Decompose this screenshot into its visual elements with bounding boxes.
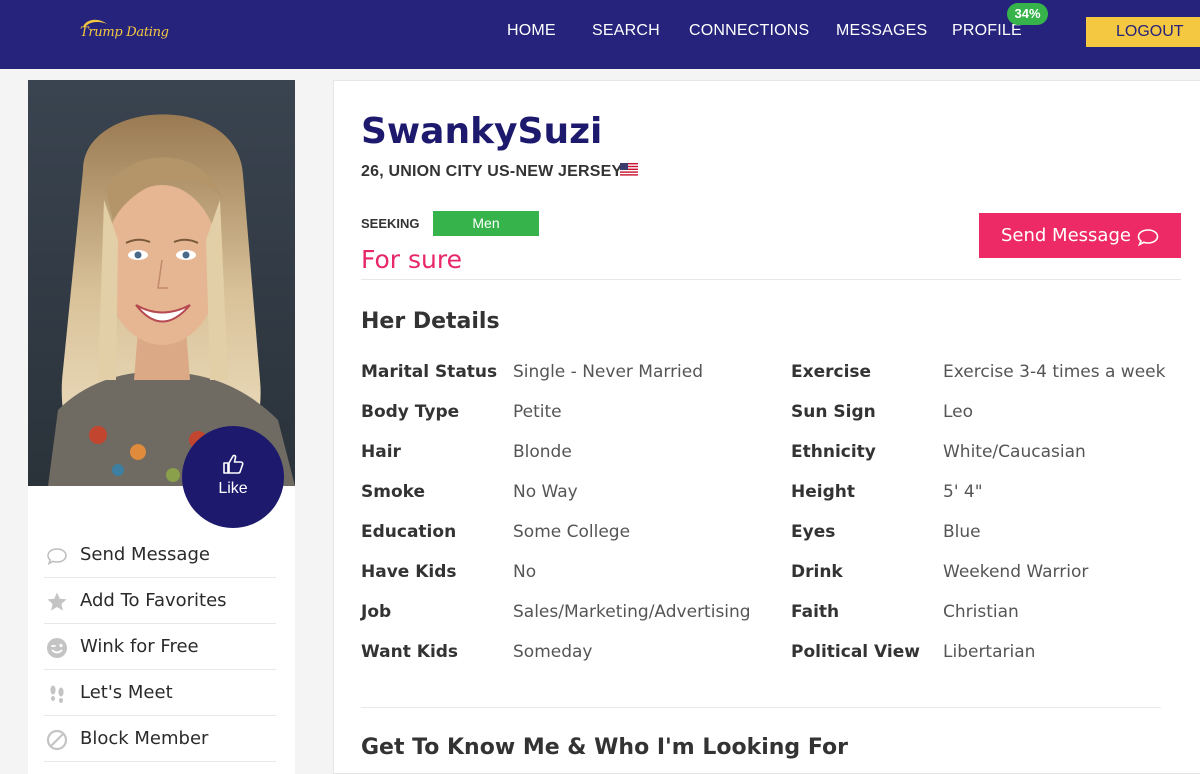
profile-location: 26, UNION CITY US-NEW JERSEY [361,163,623,180]
detail-value: Single - Never Married [513,362,704,382]
detail-value: Sales/Marketing/Advertising [513,602,751,622]
detail-value: No [513,562,537,582]
add-to-favorites-label: Add To Favorites [80,590,227,611]
detail-label: Exercise [791,362,872,382]
detail-label: Drink [791,562,843,582]
detail-value: Some College [513,522,631,542]
block-icon [46,729,68,751]
lets-meet-label: Let's Meet [80,682,173,703]
detail-value: Blonde [513,442,572,462]
logo-text: Trump Dating [80,25,169,40]
details-divider [361,707,1161,708]
profile-photo-illustration [28,80,295,486]
send-message-button-label: Send Message [1001,225,1131,246]
wink-action[interactable]: Wink for Free [44,624,276,670]
send-message-button[interactable]: Send Message [979,213,1181,258]
detail-label: Faith [791,602,840,622]
detail-label: Body Type [361,402,460,422]
logout-button[interactable]: LOGOUT [1086,17,1200,47]
profile-main-panel: SwankySuzi 26, UNION CITY US-NEW JERSEY … [333,80,1200,774]
speech-bubble-icon [47,548,67,566]
detail-label: Height [791,482,855,502]
detail-value: Libertarian [943,642,1036,662]
detail-label: Job [361,602,392,622]
nav-messages[interactable]: MESSAGES [836,22,927,40]
nav-profile[interactable]: PROFILE [952,22,1022,40]
seeking-label: SEEKING [361,216,420,231]
her-details-title: Her Details [361,309,500,334]
detail-label: Hair [361,442,401,462]
detail-label: Eyes [791,522,836,542]
send-message-label: Send Message [80,544,210,565]
detail-label: Ethnicity [791,442,876,462]
detail-value: Blue [943,522,981,542]
speech-bubble-icon [1137,229,1159,247]
detail-label: Marital Status [361,362,498,382]
detail-value: Someday [513,642,593,662]
nav-search[interactable]: SEARCH [592,22,660,40]
detail-label: Political View [791,642,920,662]
detail-value: No Way [513,482,578,502]
wink-label: Wink for Free [80,636,199,657]
like-button[interactable]: Like [182,426,284,528]
wink-face-icon [47,638,67,658]
footprints-icon [50,685,64,703]
detail-value: White/Caucasian [943,442,1086,462]
detail-value: Christian [943,602,1019,622]
add-to-favorites-action[interactable]: Add To Favorites [44,578,276,624]
profile-username: SwankySuzi [361,111,603,152]
detail-label: Sun Sign [791,402,876,422]
nav-connections[interactable]: CONNECTIONS [689,22,809,40]
block-member-label: Block Member [80,728,209,749]
site-logo[interactable]: Trump Dating [80,18,170,46]
detail-value: 5' 4" [943,482,983,502]
about-section-title: Get To Know Me & Who I'm Looking For [361,735,848,760]
us-flag-icon [620,163,638,176]
detail-value: Exercise 3-4 times a week [943,362,1166,382]
thumbs-up-icon [223,454,244,474]
header-divider [361,279,1181,280]
profile-sidebar: Like Send Message Add To Favorites Wink … [28,80,295,774]
block-member-action[interactable]: Block Member [44,716,276,762]
detail-label: Have Kids [361,562,457,582]
lets-meet-action[interactable]: Let's Meet [44,670,276,716]
detail-label: Smoke [361,482,426,502]
like-label: Like [218,480,248,497]
detail-label: Education [361,522,457,542]
star-icon [47,592,67,611]
nav-home[interactable]: HOME [507,22,556,40]
seeking-value-badge: Men [433,211,539,236]
profile-photo[interactable] [28,80,295,486]
detail-value: Weekend Warrior [943,562,1089,582]
detail-label: Want Kids [361,642,459,662]
detail-value: Petite [513,402,562,422]
send-message-action[interactable]: Send Message [44,532,276,578]
profile-completion-badge: 34% [1007,3,1048,25]
profile-tagline: For sure [361,245,462,274]
detail-value: Leo [943,402,974,422]
top-navbar: Trump Dating HOME SEARCH CONNECTIONS MES… [0,0,1200,69]
